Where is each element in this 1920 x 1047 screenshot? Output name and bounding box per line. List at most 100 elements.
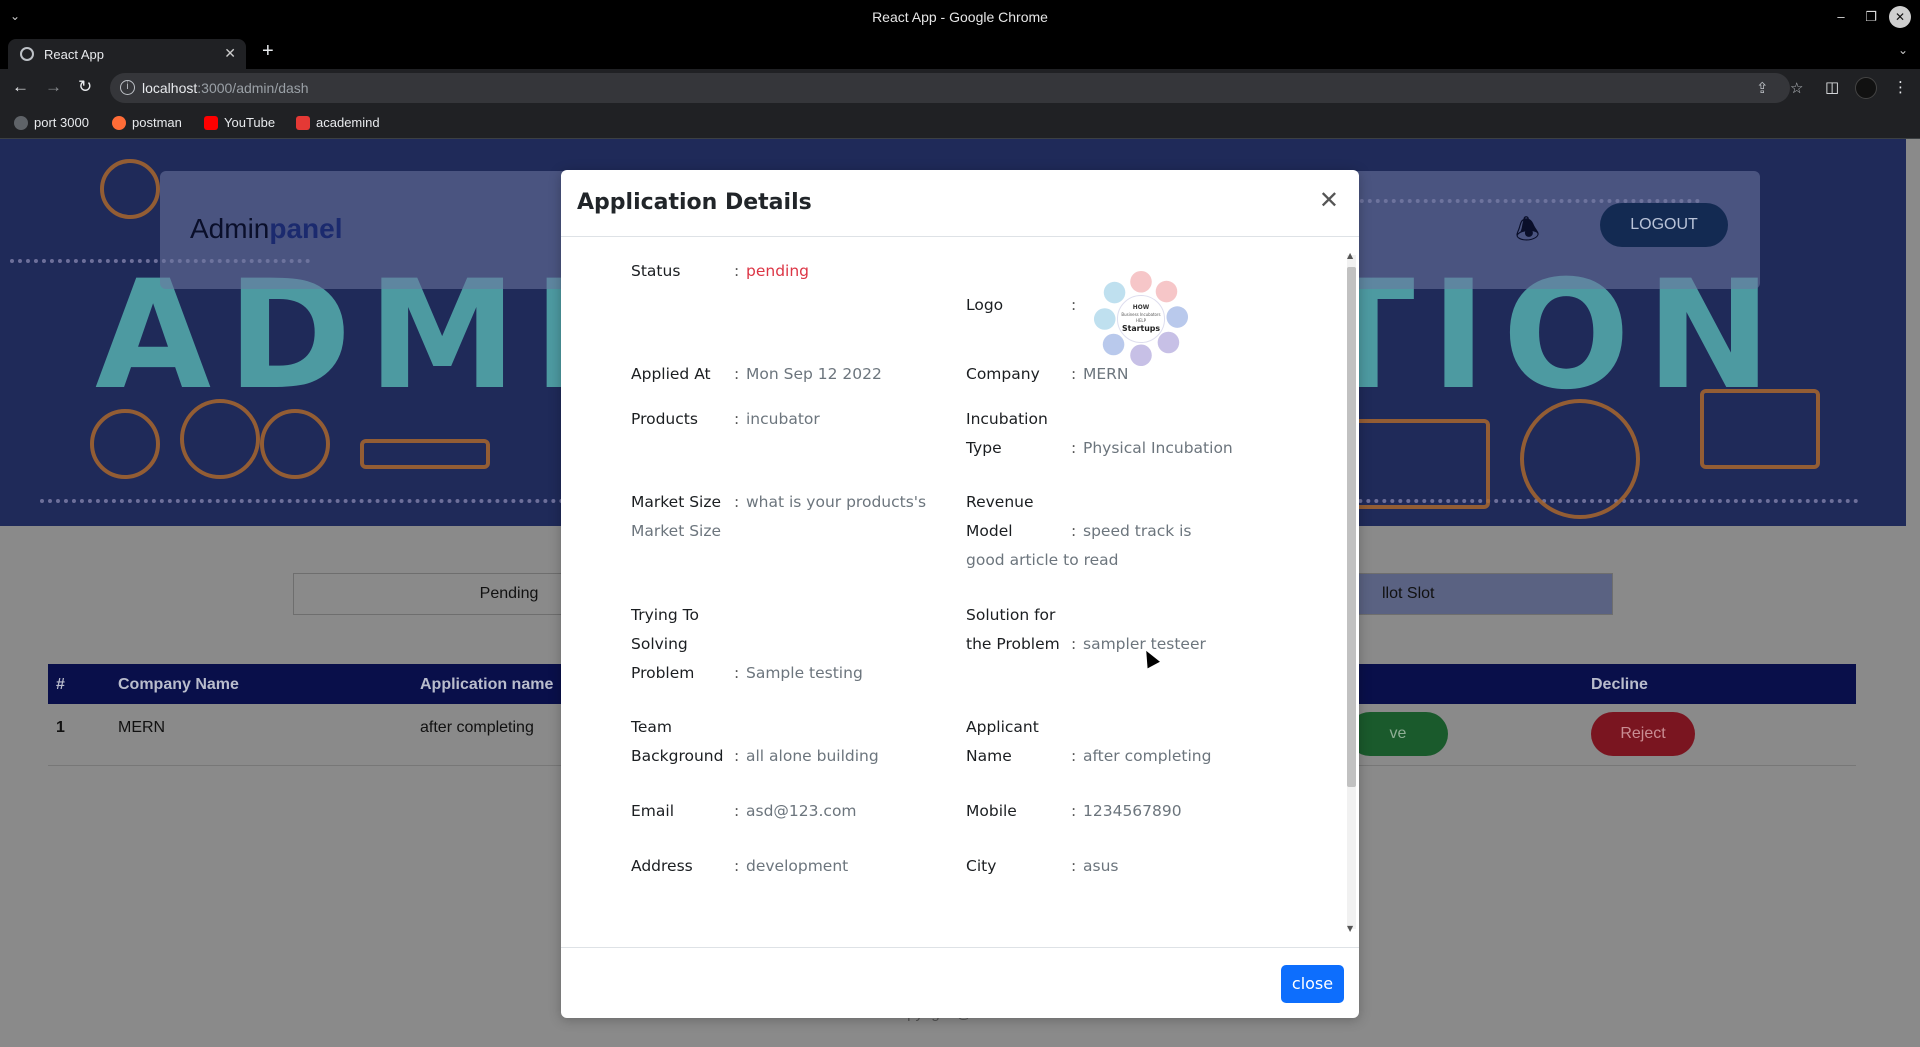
scrollbar-thumb[interactable] bbox=[1347, 267, 1356, 787]
browser-tab-title: React App bbox=[44, 47, 104, 62]
products-value: incubator bbox=[746, 410, 820, 428]
new-tab-icon[interactable]: + bbox=[262, 40, 274, 63]
window-title: React App - Google Chrome bbox=[872, 9, 1048, 25]
globe-icon bbox=[20, 47, 34, 61]
reload-icon[interactable]: ↻ bbox=[78, 77, 92, 97]
row-company-name: MERN bbox=[118, 719, 166, 736]
solution-value: sampler testeer bbox=[1083, 635, 1206, 653]
bookmark-star-icon[interactable]: ☆ bbox=[1790, 79, 1803, 97]
modal-header: Application Details ✕ bbox=[561, 170, 1359, 237]
incubation-type-label: Incubation Type bbox=[966, 410, 1048, 457]
bookmark-port-3000[interactable]: port 3000 bbox=[14, 115, 89, 130]
city-value: asus bbox=[1083, 857, 1119, 875]
column-application-name: Application name bbox=[420, 676, 554, 693]
products-colon: : bbox=[734, 410, 740, 428]
application-details-modal: Application Details ✕ Status : pending L… bbox=[561, 170, 1359, 1018]
modal-body[interactable]: Status : pending Logo : HOW Business Inc… bbox=[561, 237, 1359, 947]
applied-at-label: Applied At bbox=[631, 365, 711, 383]
column-company-name: Company Name bbox=[118, 676, 239, 693]
window-titlebar: ⌄ React App - Google Chrome – ❐ ✕ bbox=[0, 0, 1920, 35]
bell-icon[interactable]: 🕭 bbox=[1515, 209, 1540, 257]
academind-icon bbox=[296, 115, 310, 130]
modal-scrollbar[interactable]: ▲ ▼ bbox=[1345, 241, 1357, 943]
city-colon: : bbox=[1071, 857, 1077, 875]
address-value: development bbox=[746, 857, 849, 875]
team-background-colon: : bbox=[734, 747, 740, 765]
solution-label: Solution for the Problem bbox=[966, 606, 1060, 653]
svg-text:HOW: HOW bbox=[1133, 305, 1150, 311]
trying-to-solve-colon: : bbox=[734, 664, 740, 682]
modal-footer: close bbox=[561, 947, 1359, 1018]
trying-to-solve-value: Sample testing bbox=[746, 664, 863, 682]
bookmark-postman[interactable]: postman bbox=[112, 115, 182, 130]
svg-text:Business Incubators: Business Incubators bbox=[1121, 312, 1160, 317]
logout-button[interactable]: LOGOUT bbox=[1600, 203, 1728, 247]
company-colon: : bbox=[1071, 365, 1077, 383]
window-close-icon[interactable]: ✕ bbox=[1889, 6, 1911, 28]
solution-colon: : bbox=[1071, 635, 1077, 653]
close-button[interactable]: close bbox=[1281, 965, 1344, 1003]
scroll-up-arrow-icon[interactable]: ▲ bbox=[1347, 241, 1353, 270]
url-text: localhost:3000/admin/dash bbox=[142, 80, 309, 96]
address-bar[interactable]: i localhost:3000/admin/dash ⇪ ☆ bbox=[110, 73, 1803, 103]
svg-text:HELP: HELP bbox=[1136, 318, 1147, 323]
company-logo-image: HOW Business Incubators HELP Startups bbox=[1093, 270, 1189, 367]
column-index: # bbox=[56, 676, 65, 693]
company-value: MERN bbox=[1083, 365, 1129, 383]
approve-button[interactable]: ve bbox=[1348, 712, 1448, 756]
status-label: Status bbox=[631, 262, 681, 280]
trying-to-solve-label: Trying To Solving Problem bbox=[631, 606, 699, 682]
email-value: asd@123.com bbox=[746, 802, 857, 820]
row-application-name: after completing bbox=[420, 719, 534, 736]
reject-button[interactable]: Reject bbox=[1591, 712, 1695, 756]
applied-at-value: Mon Sep 12 2022 bbox=[746, 365, 882, 383]
profile-avatar[interactable] bbox=[1855, 77, 1877, 99]
status-colon: : bbox=[734, 262, 740, 280]
incubation-type-value: Physical Incubation bbox=[1083, 439, 1233, 457]
row-index: 1 bbox=[56, 719, 65, 736]
applied-at-colon: : bbox=[734, 365, 740, 383]
address-label: Address bbox=[631, 857, 693, 875]
column-decline: Decline bbox=[1591, 676, 1648, 693]
bookmark-youtube[interactable]: YouTube bbox=[204, 115, 275, 130]
forward-icon[interactable]: → bbox=[45, 77, 62, 97]
youtube-icon bbox=[204, 115, 218, 130]
globe-icon bbox=[14, 115, 28, 130]
status-value: pending bbox=[746, 262, 810, 280]
minimize-icon[interactable]: – bbox=[1830, 6, 1852, 28]
company-label: Company bbox=[966, 365, 1040, 383]
revenue-model-value: speed track is good article to read bbox=[966, 522, 1192, 569]
mobile-value: 1234567890 bbox=[1083, 802, 1182, 820]
applicant-name-label: Applicant Name bbox=[966, 718, 1039, 765]
team-background-label: Team Background bbox=[631, 718, 724, 765]
logo-label: Logo bbox=[966, 296, 1004, 314]
tab-close-icon[interactable]: ✕ bbox=[224, 45, 236, 62]
tab-search-icon[interactable]: ⌄ bbox=[1898, 43, 1908, 57]
city-label: City bbox=[966, 857, 997, 875]
products-label: Products bbox=[631, 410, 698, 428]
logo-colon: : bbox=[1071, 296, 1077, 314]
incubation-type-colon: : bbox=[1071, 439, 1077, 457]
brand-logo[interactable]: Adminpanel bbox=[190, 213, 343, 245]
back-icon[interactable]: ← bbox=[12, 77, 29, 97]
side-panel-icon[interactable]: ◫ bbox=[1825, 78, 1839, 96]
market-size-value: what is your products's Market Size bbox=[631, 493, 927, 540]
postman-icon bbox=[112, 115, 126, 130]
mobile-label: Mobile bbox=[966, 802, 1017, 820]
scroll-down-arrow-icon[interactable]: ▼ bbox=[1347, 914, 1353, 943]
applicant-name-value: after completing bbox=[1083, 747, 1212, 765]
browser-tab[interactable]: React App ✕ bbox=[8, 39, 246, 69]
browser-toolbar: ← → ↻ i localhost:3000/admin/dash ⇪ ☆ ◫ … bbox=[0, 69, 1920, 107]
chrome-menu-icon[interactable]: ⋮ bbox=[1893, 78, 1908, 96]
tab-allot-slot[interactable]: llot Slot bbox=[1322, 574, 1612, 614]
bookmarks-bar: port 3000 postman YouTube academind bbox=[0, 107, 1920, 139]
team-background-value: all alone building bbox=[746, 747, 879, 765]
share-icon[interactable]: ⇪ bbox=[1756, 79, 1769, 97]
site-info-icon[interactable]: i bbox=[120, 80, 135, 95]
close-icon[interactable]: ✕ bbox=[1319, 189, 1339, 213]
restore-icon[interactable]: ❐ bbox=[1860, 6, 1882, 28]
mobile-colon: : bbox=[1071, 802, 1077, 820]
email-label: Email bbox=[631, 802, 675, 820]
bookmark-academind[interactable]: academind bbox=[296, 115, 380, 130]
address-colon: : bbox=[734, 857, 740, 875]
